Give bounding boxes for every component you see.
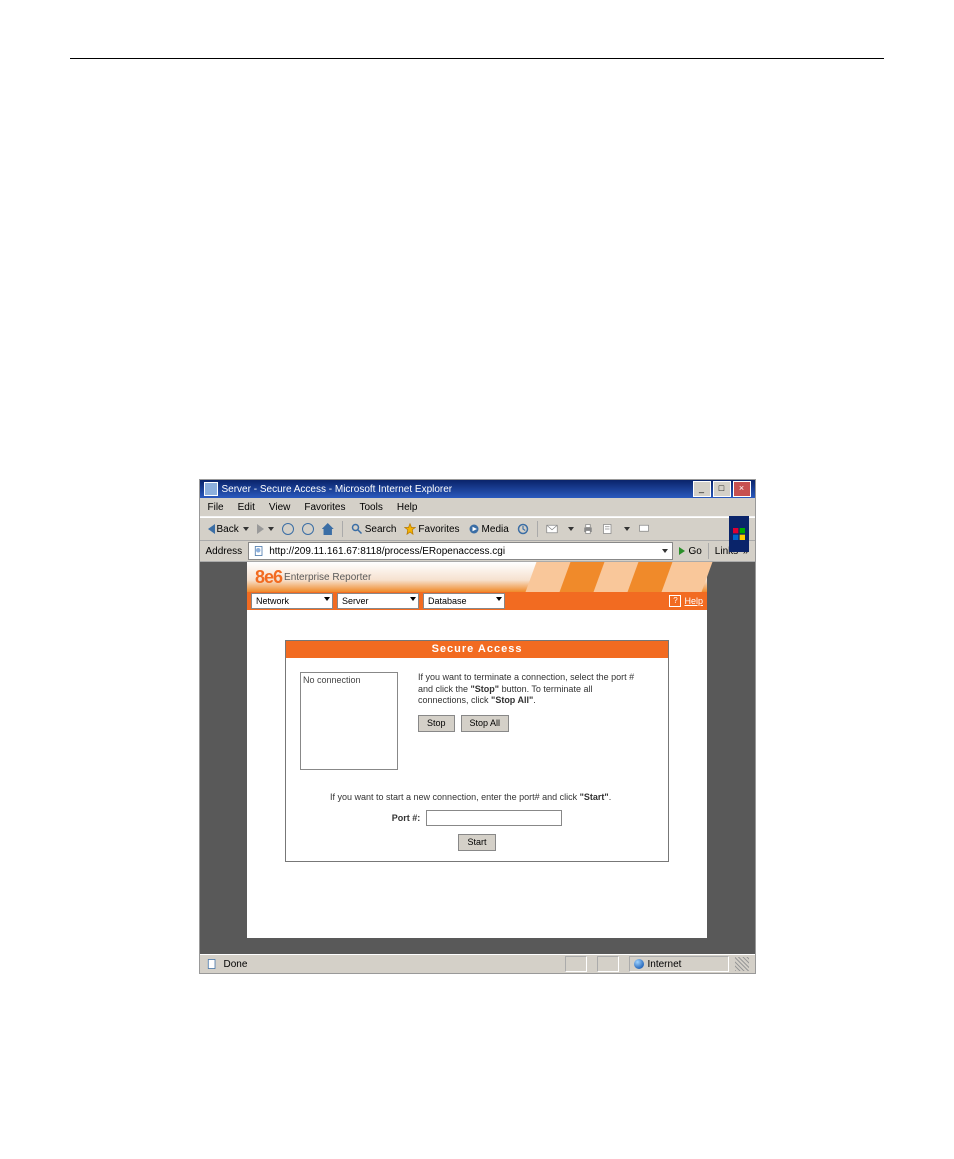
menu-bar: File Edit View Favorites Tools Help — [200, 498, 755, 517]
database-select[interactable]: Database — [423, 593, 505, 609]
help-icon: ? — [669, 595, 681, 607]
refresh-icon[interactable] — [302, 523, 314, 535]
brand-header: 8e6 Enterprise Reporter — [247, 562, 707, 592]
star-icon — [404, 523, 416, 535]
page-divider — [70, 58, 884, 59]
address-bar: Address http://209.11.161.67:8118/proces… — [200, 541, 755, 562]
globe-icon — [634, 959, 644, 969]
close-button[interactable]: × — [733, 481, 751, 497]
browser-viewport: 8e6 Enterprise Reporter Network Server D… — [200, 562, 755, 954]
stop-icon[interactable] — [282, 523, 294, 535]
ie-logo-banner — [729, 516, 749, 552]
media-icon — [468, 523, 480, 535]
app-icon — [204, 482, 218, 496]
search-icon — [351, 523, 363, 535]
status-bar: Done Internet — [200, 954, 755, 973]
stop-all-button[interactable]: Stop All — [461, 715, 510, 732]
stop-button[interactable]: Stop — [418, 715, 455, 732]
chevron-down-icon — [268, 527, 274, 531]
port-input[interactable] — [426, 810, 562, 826]
status-text: Done — [224, 959, 248, 970]
resize-grip-icon[interactable] — [735, 957, 749, 971]
zone-indicator: Internet — [629, 956, 729, 972]
brand-logo: 8e6 — [255, 567, 282, 588]
page-icon — [253, 545, 265, 557]
server-select[interactable]: Server — [337, 593, 419, 609]
nav-row: Network Server Database ?Help — [247, 592, 707, 610]
minimize-button[interactable]: _ — [693, 481, 711, 497]
mail-icon[interactable] — [546, 523, 558, 535]
menu-favorites[interactable]: Favorites — [304, 502, 345, 513]
edit-icon[interactable] — [602, 523, 614, 535]
panel-title: Secure Access — [286, 641, 668, 658]
menu-view[interactable]: View — [269, 502, 291, 513]
forward-button[interactable] — [257, 524, 274, 534]
url-field[interactable]: http://209.11.161.67:8118/process/ERopen… — [248, 542, 673, 560]
menu-tools[interactable]: Tools — [359, 502, 382, 513]
secure-access-panel: Secure Access No connection If you want … — [285, 640, 669, 862]
window-title: Server - Secure Access - Microsoft Inter… — [222, 484, 453, 495]
history-icon[interactable] — [517, 523, 529, 535]
port-label: Port #: — [392, 813, 421, 823]
chevron-down-icon — [243, 527, 249, 531]
network-select[interactable]: Network — [251, 593, 333, 609]
start-hint: If you want to start a new connection, e… — [300, 792, 654, 802]
home-icon[interactable] — [322, 523, 334, 535]
title-bar: Server - Secure Access - Microsoft Inter… — [200, 480, 755, 498]
url-text: http://209.11.161.67:8118/process/ERopen… — [269, 546, 505, 557]
menu-file[interactable]: File — [208, 502, 224, 513]
menu-edit[interactable]: Edit — [238, 502, 255, 513]
connection-list[interactable]: No connection — [300, 672, 398, 770]
help-link[interactable]: ?Help — [669, 595, 703, 607]
menu-help[interactable]: Help — [397, 502, 418, 513]
toolbar: Back Search Favorites Media — [200, 517, 755, 541]
arrow-left-icon — [208, 524, 215, 534]
brand-product: Enterprise Reporter — [284, 572, 371, 583]
favorites-button[interactable]: Favorites — [404, 523, 459, 535]
print-icon[interactable] — [582, 523, 594, 535]
page-icon — [206, 958, 218, 970]
chevron-down-icon — [662, 549, 668, 553]
discuss-icon[interactable] — [638, 523, 650, 535]
go-button[interactable]: Go — [679, 546, 701, 557]
arrow-right-icon — [257, 524, 264, 534]
ie-window: Server - Secure Access - Microsoft Inter… — [199, 479, 756, 974]
start-button[interactable]: Start — [458, 834, 495, 851]
maximize-button[interactable]: □ — [713, 481, 731, 497]
search-button[interactable]: Search — [351, 523, 397, 535]
back-button[interactable]: Back — [208, 524, 249, 535]
address-label: Address — [206, 546, 243, 557]
go-arrow-icon — [679, 547, 685, 555]
media-button[interactable]: Media — [468, 523, 509, 535]
terminate-hint: If you want to terminate a connection, s… — [418, 672, 654, 770]
